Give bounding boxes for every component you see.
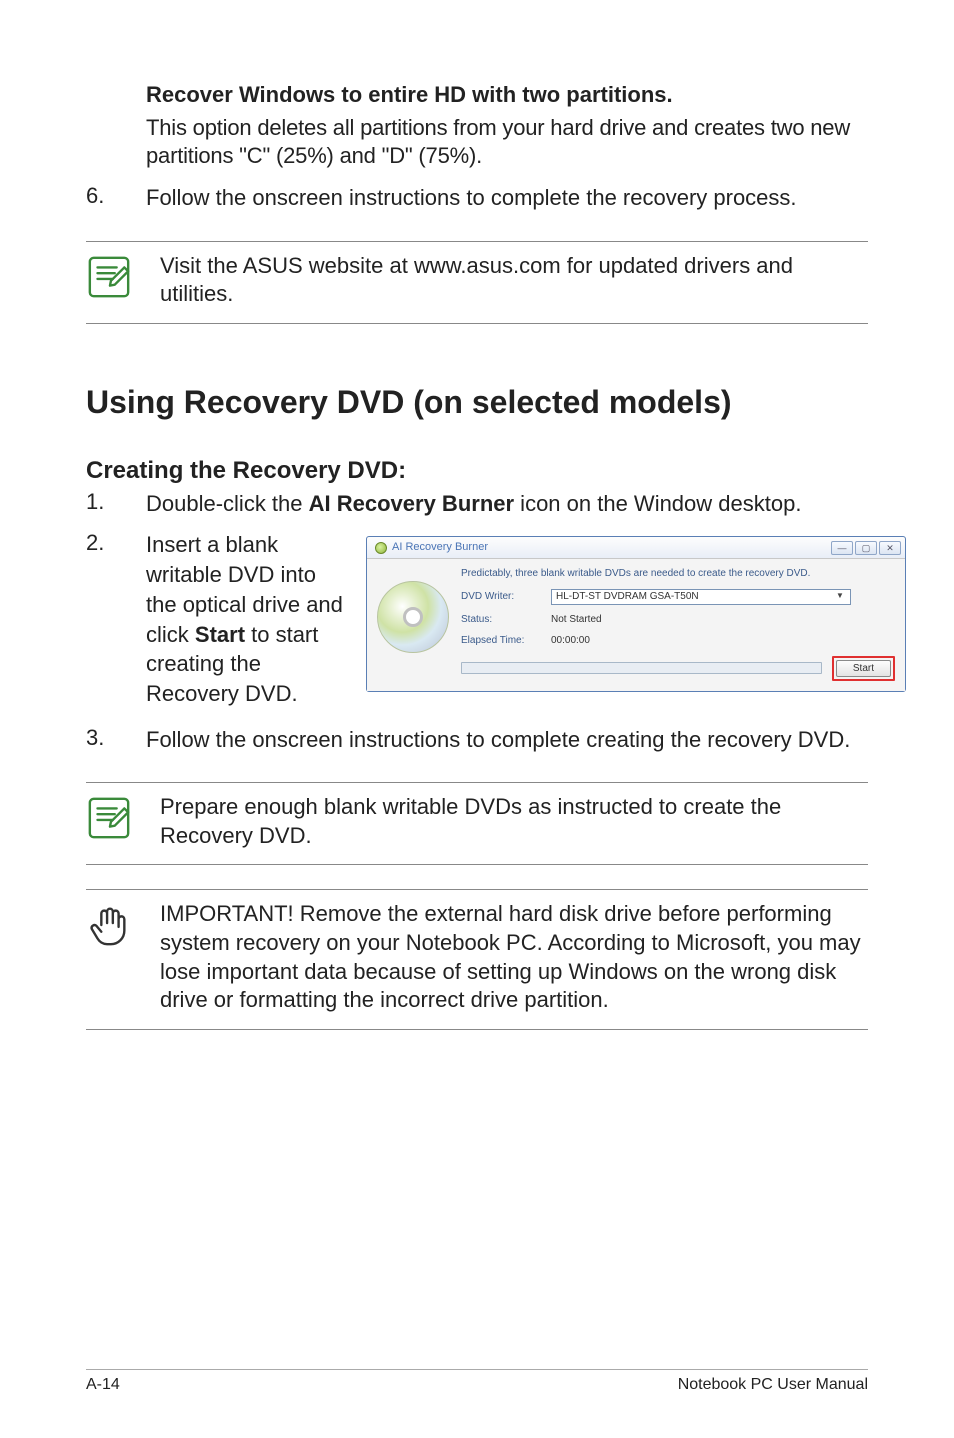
text-bold: AI Recovery Burner bbox=[309, 491, 514, 516]
text-fragment: icon on the Window desktop. bbox=[514, 491, 801, 516]
manual-title: Notebook PC User Manual bbox=[678, 1376, 868, 1394]
recover-title: Recover Windows to entire HD with two pa… bbox=[146, 80, 868, 110]
step-text: Follow the onscreen instructions to comp… bbox=[146, 725, 868, 755]
text-bold: Start bbox=[195, 622, 245, 647]
window-titlebar: AI Recovery Burner — ▢ ✕ bbox=[367, 537, 905, 559]
window-title: AI Recovery Burner bbox=[392, 540, 488, 555]
status-value: Not Started bbox=[551, 613, 602, 627]
heading-creating-recovery-dvd: Creating the Recovery DVD: bbox=[86, 457, 868, 485]
label-elapsed-time: Elapsed Time: bbox=[461, 634, 551, 648]
chevron-down-icon: ▼ bbox=[834, 591, 846, 602]
step-text: Insert a blank writable DVD into the opt… bbox=[146, 530, 346, 708]
step-text: Follow the onscreen instructions to comp… bbox=[146, 183, 868, 213]
dvd-writer-dropdown[interactable]: HL-DT-ST DVDRAM GSA-T50N ▼ bbox=[551, 589, 851, 605]
note-text: IMPORTANT! Remove the external hard disk… bbox=[160, 900, 868, 1014]
step-number: 6. bbox=[86, 183, 146, 213]
progress-bar bbox=[461, 662, 822, 674]
note-important: IMPORTANT! Remove the external hard disk… bbox=[86, 889, 868, 1029]
label-dvd-writer: DVD Writer: bbox=[461, 590, 551, 604]
start-button[interactable]: Start bbox=[836, 660, 891, 677]
recover-body: This option deletes all partitions from … bbox=[146, 114, 868, 171]
ai-recovery-burner-window: AI Recovery Burner — ▢ ✕ Predictably, th… bbox=[366, 536, 906, 691]
note-icon bbox=[86, 254, 132, 300]
text-fragment: Double-click the bbox=[146, 491, 309, 516]
elapsed-value: 00:00:00 bbox=[551, 634, 590, 648]
maximize-button[interactable]: ▢ bbox=[855, 541, 877, 555]
app-icon bbox=[375, 542, 387, 554]
burner-message: Predictably, three blank writable DVDs a… bbox=[461, 567, 895, 581]
note-text: Prepare enough blank writable DVDs as in… bbox=[160, 793, 868, 850]
step-number: 3. bbox=[86, 725, 146, 755]
note-icon bbox=[86, 795, 132, 841]
step-text: Double-click the AI Recovery Burner icon… bbox=[146, 489, 868, 519]
heading-using-recovery-dvd: Using Recovery DVD (on selected models) bbox=[86, 384, 868, 421]
label-status: Status: bbox=[461, 613, 551, 627]
note-text: Visit the ASUS website at www.asus.com f… bbox=[160, 252, 868, 309]
close-button[interactable]: ✕ bbox=[879, 541, 901, 555]
hand-icon bbox=[86, 902, 132, 948]
disc-icon bbox=[377, 581, 449, 653]
start-highlight: Start bbox=[832, 656, 895, 681]
page-number: A-14 bbox=[86, 1376, 120, 1394]
dropdown-value: HL-DT-ST DVDRAM GSA-T50N bbox=[556, 590, 699, 604]
page-footer: A-14 Notebook PC User Manual bbox=[86, 1369, 868, 1394]
note-asus: Visit the ASUS website at www.asus.com f… bbox=[86, 241, 868, 324]
minimize-button[interactable]: — bbox=[831, 541, 853, 555]
step-number: 1. bbox=[86, 489, 146, 519]
note-blank-dvds: Prepare enough blank writable DVDs as in… bbox=[86, 782, 868, 865]
step-number: 2. bbox=[86, 530, 146, 708]
